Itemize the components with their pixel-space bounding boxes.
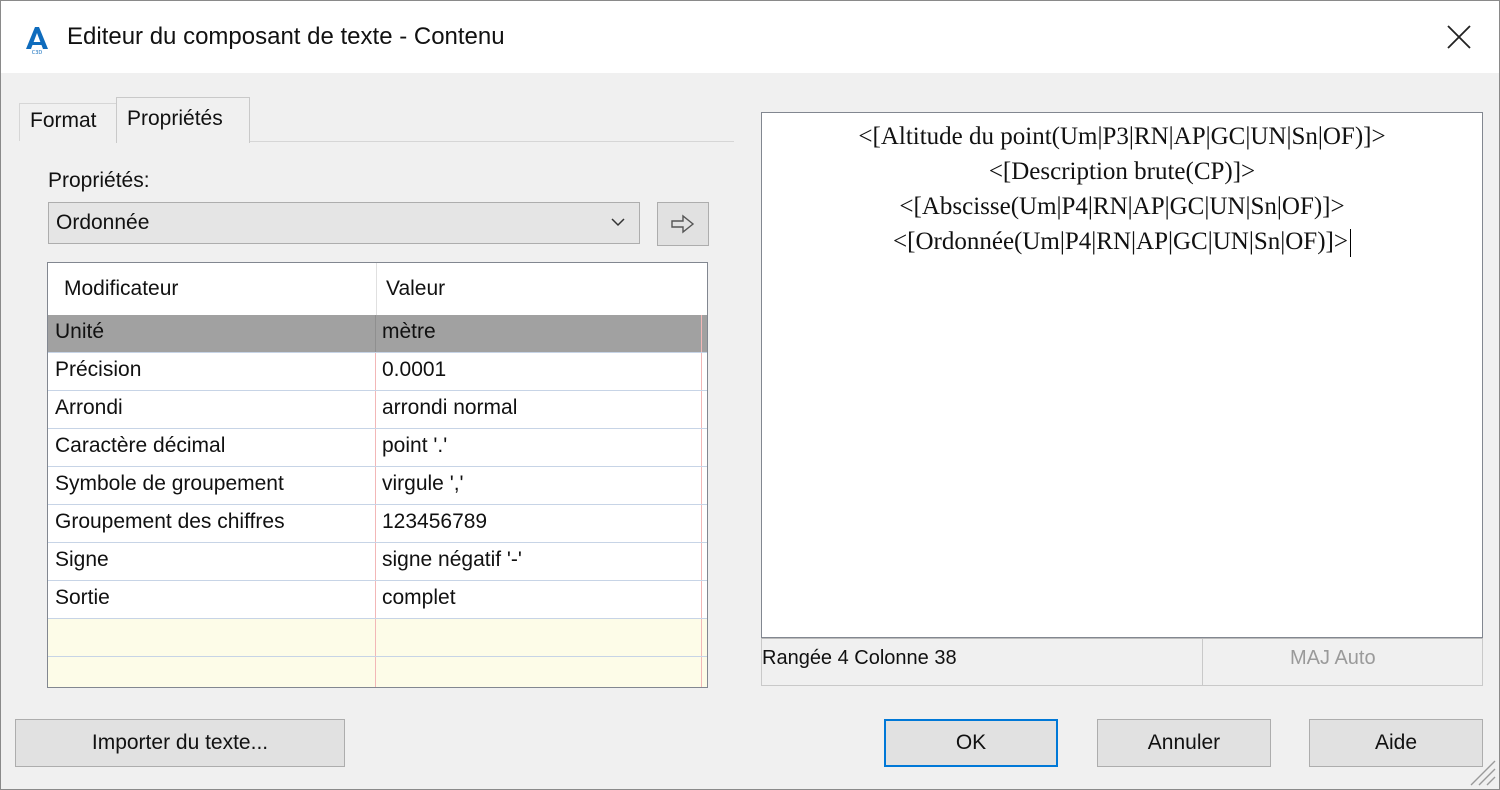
properties-dropdown[interactable]: Ordonnée [48, 202, 640, 244]
table-row[interactable]: Sortie complet [48, 581, 707, 619]
insert-property-button[interactable] [657, 202, 709, 246]
table-row[interactable]: Arrondi arrondi normal [48, 391, 707, 429]
table-row[interactable]: Groupement des chiffres 123456789 [48, 505, 707, 543]
table-row[interactable]: Caractère décimal point '.' [48, 429, 707, 467]
column-header-value[interactable]: Valeur [386, 277, 445, 301]
modifier-cell: Caractère décimal [55, 434, 226, 457]
properties-label: Propriétés: [48, 169, 150, 192]
table-row[interactable]: Symbole de groupement virgule ',' [48, 467, 707, 505]
value-cell[interactable]: signe négatif '-' [382, 548, 522, 572]
title-bar: C3D Editeur du composant de texte - Cont… [1, 1, 1499, 73]
autocad-civil3d-icon: C3D [23, 25, 51, 56]
value-cell[interactable]: 123456789 [382, 510, 487, 534]
value-cell[interactable]: virgule ',' [382, 472, 464, 496]
grid-rows: Unité mètre Précision 0.0001 Arrondi arr… [48, 315, 707, 687]
value-cell[interactable]: arrondi normal [382, 396, 517, 420]
resize-grip-icon[interactable] [1465, 753, 1497, 787]
arrow-right-icon [671, 214, 695, 234]
value-cell[interactable]: mètre [382, 320, 436, 344]
editor-status-bar: Rangée 4 Colonne 38 MAJ Auto [761, 638, 1483, 686]
editor-line: <[Altitude du point(Um|P3|RN|AP|GC|UN|Sn… [858, 123, 1386, 150]
modifier-cell: Groupement des chiffres [55, 510, 285, 533]
value-cell[interactable]: 0.0001 [382, 358, 446, 382]
table-row[interactable]: Unité mètre [48, 315, 707, 353]
column-header-modifier[interactable]: Modificateur [64, 277, 178, 301]
ok-button[interactable]: OK [884, 719, 1058, 767]
chevron-down-icon [609, 213, 627, 231]
editor-line-last: <[Ordonnée(Um|P4|RN|AP|GC|UN|Sn|OF)]> [762, 228, 1482, 258]
import-text-button[interactable]: Importer du texte... [15, 719, 345, 767]
value-cell[interactable]: complet [382, 586, 456, 610]
table-row-empty[interactable] [48, 619, 707, 657]
tab-format[interactable]: Format [19, 103, 117, 141]
modifier-cell: Signe [55, 548, 109, 571]
modifier-cell: Arrondi [55, 396, 123, 419]
modifier-cell: Unité [55, 320, 105, 343]
close-icon [1447, 25, 1471, 49]
dialog-window: C3D Editeur du composant de texte - Cont… [0, 0, 1500, 790]
svg-text:C3D: C3D [32, 50, 43, 55]
modifier-grid: Modificateur Valeur Unité mètre Précisio… [47, 262, 708, 688]
editor-line-text: <[Ordonnée(Um|P4|RN|AP|GC|UN|Sn|OF)]> [893, 228, 1348, 255]
editor-line: <[Abscisse(Um|P4|RN|AP|GC|UN|Sn|OF)]> [899, 193, 1345, 220]
tab-proprietes[interactable]: Propriétés [116, 97, 250, 143]
close-button[interactable] [1433, 15, 1485, 59]
editor-line: <[Description brute(CP)]> [988, 158, 1256, 185]
cancel-button[interactable]: Annuler [1097, 719, 1271, 767]
text-editor[interactable]: <[Altitude du point(Um|P3|RN|AP|GC|UN|Sn… [761, 112, 1483, 638]
cursor-position-status: Rangée 4 Colonne 38 [762, 647, 957, 669]
modifier-cell: Précision [55, 358, 142, 381]
tab-divider [249, 141, 734, 142]
modifier-cell: Sortie [55, 586, 110, 609]
modifier-cell: Symbole de groupement [55, 472, 284, 495]
caps-status: MAJ Auto [1290, 647, 1376, 669]
text-caret [1349, 229, 1351, 258]
window-title: Editeur du composant de texte - Contenu [67, 23, 505, 50]
help-button[interactable]: Aide [1309, 719, 1483, 767]
grid-header: Modificateur Valeur [48, 263, 707, 315]
table-row-empty[interactable] [48, 657, 707, 687]
value-cell[interactable]: point '.' [382, 434, 447, 458]
properties-selected-value: Ordonnée [56, 211, 150, 234]
table-row[interactable]: Signe signe négatif '-' [48, 543, 707, 581]
table-row[interactable]: Précision 0.0001 [48, 353, 707, 391]
